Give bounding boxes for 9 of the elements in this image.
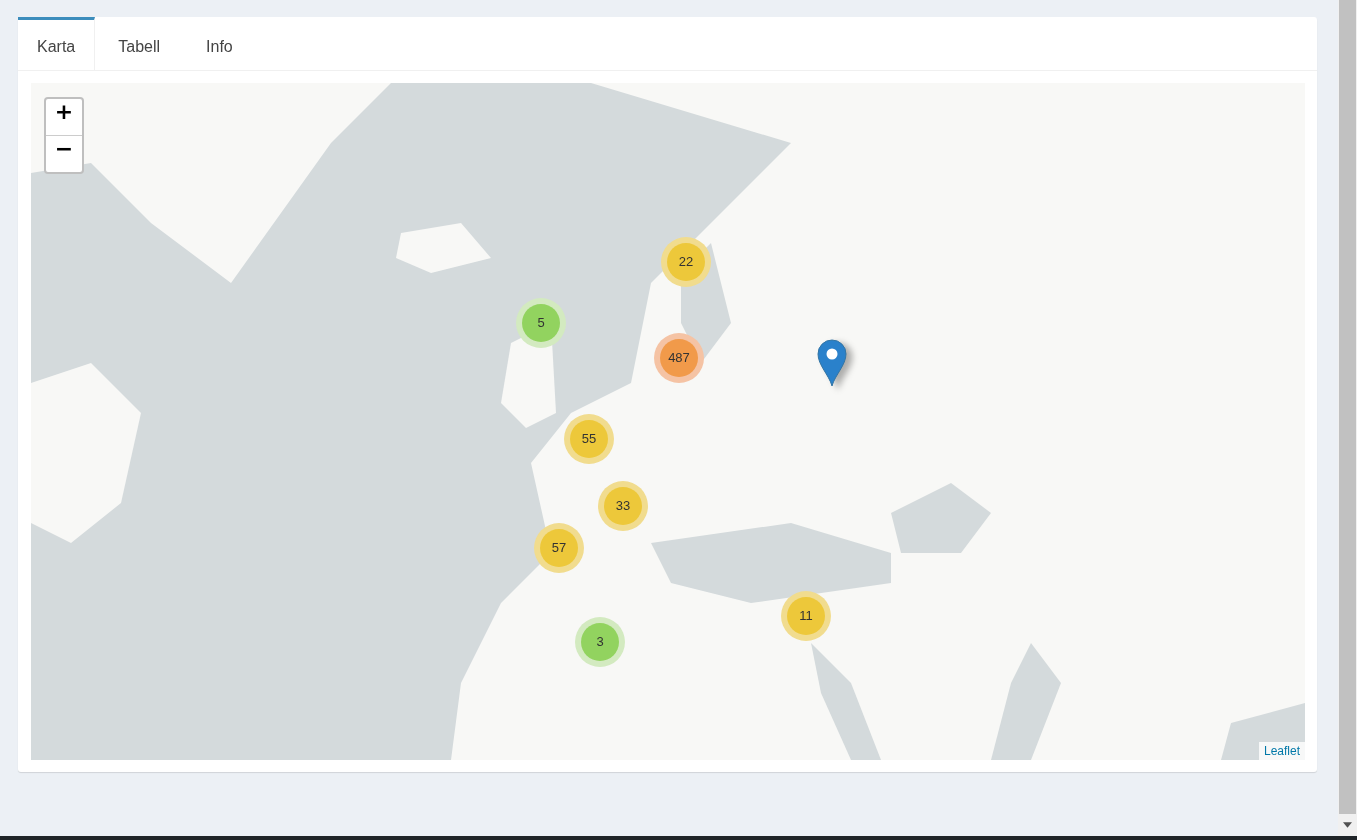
zoom-out-button[interactable]: − bbox=[46, 135, 82, 172]
tab[interactable]: Tabell bbox=[95, 17, 184, 70]
scrollbar[interactable] bbox=[1338, 0, 1357, 836]
tab[interactable]: Info bbox=[183, 17, 256, 70]
attribution-link[interactable]: Leaflet bbox=[1258, 742, 1305, 760]
tab[interactable]: Karta bbox=[18, 17, 96, 71]
map-pin-icon[interactable] bbox=[817, 339, 847, 387]
zoom-in-button[interactable]: + bbox=[46, 99, 82, 135]
scroll-down-arrow-icon[interactable] bbox=[1343, 822, 1352, 828]
